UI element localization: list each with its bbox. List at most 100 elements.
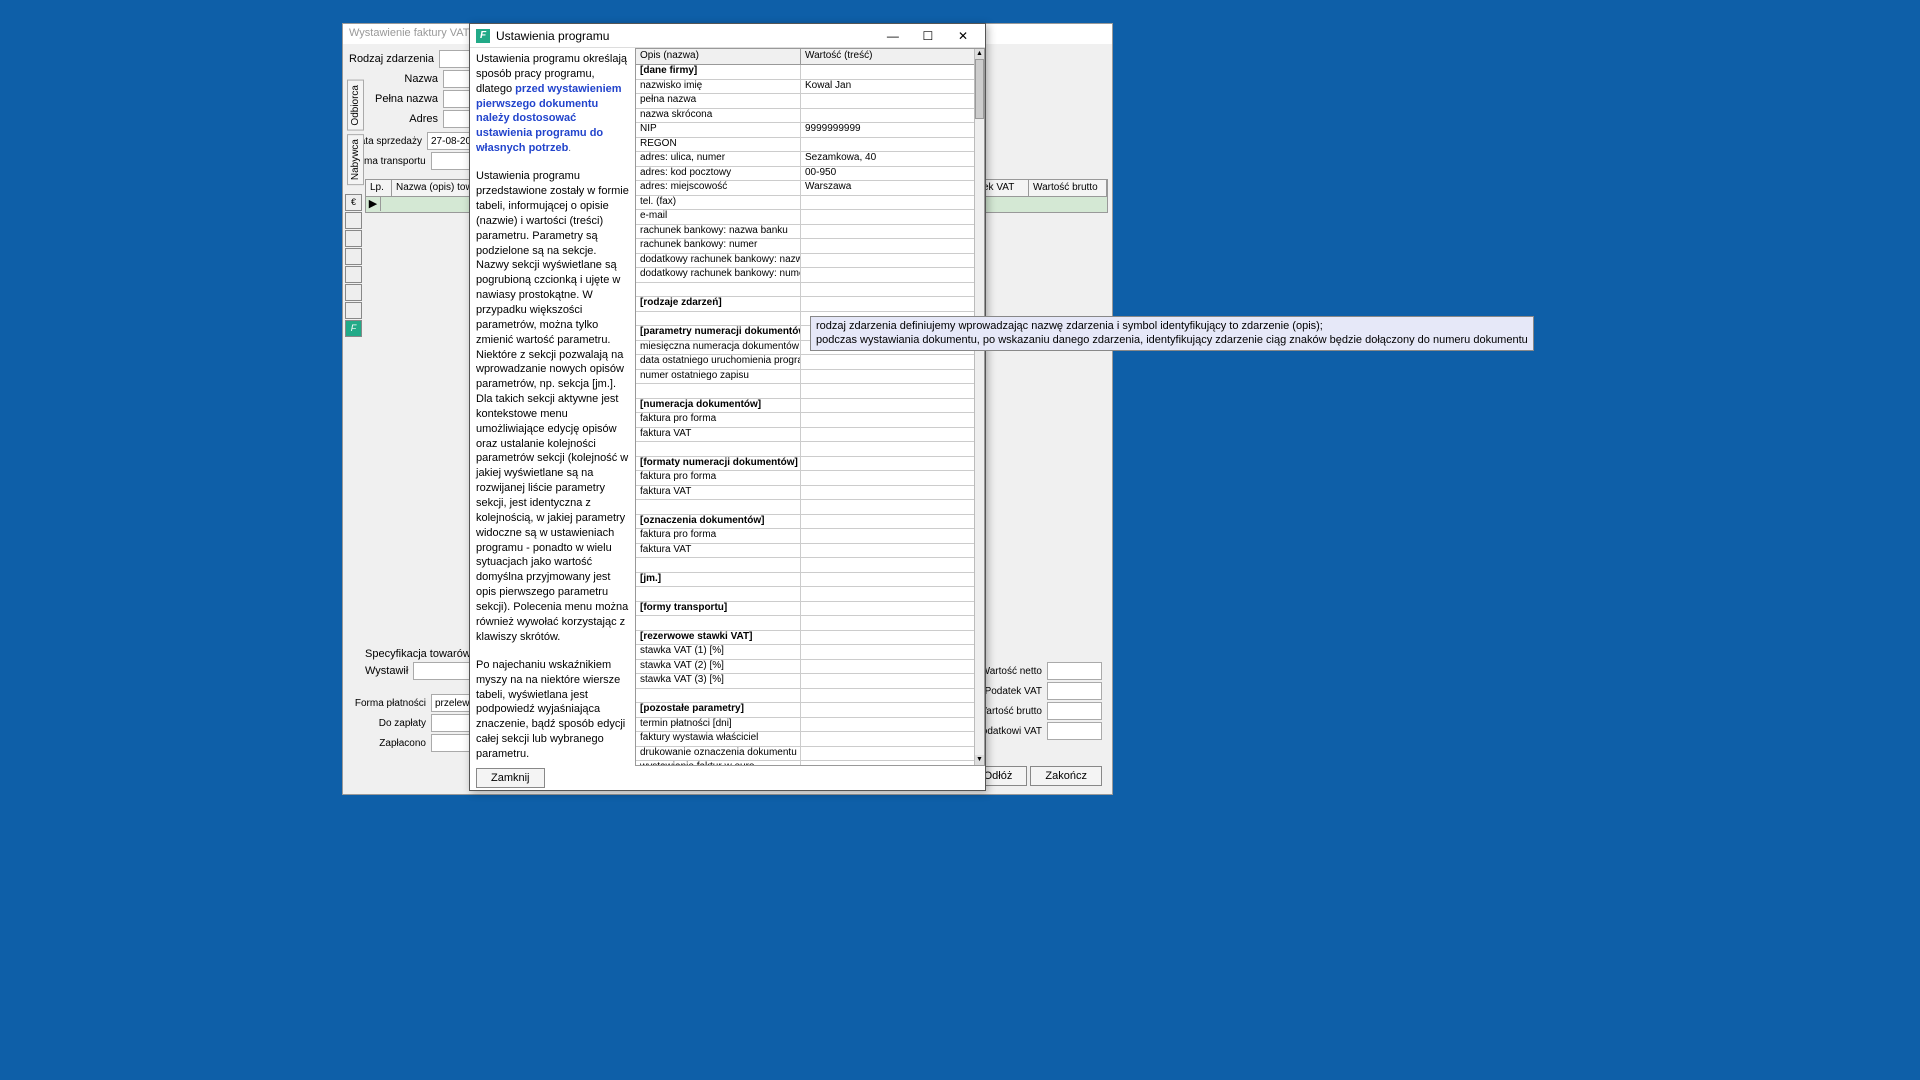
- scrollbar[interactable]: ▲ ▼: [974, 49, 984, 765]
- table-row[interactable]: faktura VAT: [636, 544, 974, 559]
- row-wartosc[interactable]: [801, 225, 809, 239]
- table-row[interactable]: faktura pro forma: [636, 529, 974, 544]
- row-wartosc[interactable]: [801, 674, 809, 688]
- table-row[interactable]: [636, 558, 974, 573]
- table-row[interactable]: pełna nazwa: [636, 94, 974, 109]
- table-row[interactable]: REGON: [636, 138, 974, 153]
- table-row[interactable]: [636, 616, 974, 631]
- row-wartosc[interactable]: [801, 109, 809, 123]
- table-row[interactable]: [rezerwowe stawki VAT]: [636, 631, 974, 646]
- table-row[interactable]: faktury wystawia właściciel: [636, 732, 974, 747]
- table-row[interactable]: [oznaczenia dokumentów]: [636, 515, 974, 530]
- row-wartosc[interactable]: [801, 718, 809, 732]
- row-wartosc[interactable]: [801, 573, 809, 587]
- row-wartosc[interactable]: Kowal Jan: [801, 80, 855, 94]
- row-wartosc[interactable]: [801, 529, 809, 543]
- table-row[interactable]: tel. (fax): [636, 196, 974, 211]
- row-wartosc[interactable]: [801, 732, 809, 746]
- tab-odbiorca[interactable]: Odbiorca: [347, 80, 364, 131]
- zakoncz-button[interactable]: Zakończ: [1030, 766, 1102, 786]
- table-row[interactable]: faktura VAT: [636, 486, 974, 501]
- minimize-button[interactable]: —: [877, 29, 909, 43]
- table-row[interactable]: adres: miejscowośćWarszawa: [636, 181, 974, 196]
- row-wartosc[interactable]: [801, 761, 809, 765]
- tool-icon-3[interactable]: [345, 248, 362, 265]
- table-row[interactable]: [formy transportu]: [636, 602, 974, 617]
- row-wartosc[interactable]: [801, 616, 809, 630]
- maximize-button[interactable]: ☐: [912, 29, 944, 43]
- row-wartosc[interactable]: [801, 268, 809, 282]
- row-wartosc[interactable]: [801, 660, 809, 674]
- row-wartosc[interactable]: [801, 500, 809, 514]
- row-wartosc[interactable]: [801, 297, 809, 311]
- row-wartosc[interactable]: [801, 486, 809, 500]
- row-wartosc[interactable]: [801, 703, 809, 717]
- table-row[interactable]: [636, 500, 974, 515]
- settings-titlebar[interactable]: F Ustawienia programu — ☐ ✕: [470, 24, 985, 48]
- row-wartosc[interactable]: [801, 587, 809, 601]
- scroll-up-icon[interactable]: ▲: [975, 49, 984, 59]
- table-row[interactable]: stawka VAT (3) [%]: [636, 674, 974, 689]
- row-wartosc[interactable]: [801, 341, 809, 355]
- table-row[interactable]: e-mail: [636, 210, 974, 225]
- row-wartosc[interactable]: [801, 65, 809, 79]
- row-wartosc[interactable]: [801, 413, 809, 427]
- table-row[interactable]: faktura pro forma: [636, 413, 974, 428]
- table-row[interactable]: stawka VAT (2) [%]: [636, 660, 974, 675]
- table-row[interactable]: [jm.]: [636, 573, 974, 588]
- row-wartosc[interactable]: [801, 138, 809, 152]
- row-wartosc[interactable]: [801, 283, 809, 297]
- table-row[interactable]: [636, 384, 974, 399]
- row-wartosc[interactable]: Warszawa: [801, 181, 855, 195]
- row-wartosc[interactable]: [801, 399, 809, 413]
- table-row[interactable]: nazwa skrócona: [636, 109, 974, 124]
- row-wartosc[interactable]: [801, 384, 809, 398]
- row-wartosc[interactable]: [801, 471, 809, 485]
- table-row[interactable]: [636, 442, 974, 457]
- row-wartosc[interactable]: [801, 239, 809, 253]
- table-row[interactable]: faktura VAT: [636, 428, 974, 443]
- table-row[interactable]: stawka VAT (1) [%]: [636, 645, 974, 660]
- table-row[interactable]: faktura pro forma: [636, 471, 974, 486]
- table-row[interactable]: nazwisko imięKowal Jan: [636, 80, 974, 95]
- table-row[interactable]: adres: ulica, numerSezamkowa, 40: [636, 152, 974, 167]
- row-wartosc[interactable]: [801, 210, 809, 224]
- row-wartosc[interactable]: [801, 631, 809, 645]
- row-wartosc[interactable]: [801, 442, 809, 456]
- table-row[interactable]: dodatkowy rachunek bankowy: numer: [636, 268, 974, 283]
- row-wartosc[interactable]: [801, 94, 809, 108]
- table-row[interactable]: [636, 283, 974, 298]
- row-wartosc[interactable]: [801, 515, 809, 529]
- table-row[interactable]: data ostatniego uruchomienia programu: [636, 355, 974, 370]
- table-row[interactable]: rachunek bankowy: nazwa banku: [636, 225, 974, 240]
- table-row[interactable]: rachunek bankowy: numer: [636, 239, 974, 254]
- row-wartosc[interactable]: [801, 370, 809, 384]
- row-wartosc[interactable]: [801, 747, 809, 761]
- table-row[interactable]: wystawianie faktur w euro: [636, 761, 974, 765]
- row-wartosc[interactable]: [801, 355, 809, 369]
- tool-icon-6[interactable]: [345, 302, 362, 319]
- tool-icon-2[interactable]: [345, 230, 362, 247]
- tool-euro[interactable]: €: [345, 194, 362, 211]
- zamknij-button[interactable]: Zamknij: [476, 768, 545, 788]
- table-row[interactable]: NIP9999999999: [636, 123, 974, 138]
- table-row[interactable]: dodatkowy rachunek bankowy: nazwa banku: [636, 254, 974, 269]
- table-row[interactable]: [dane firmy]: [636, 65, 974, 80]
- table-row[interactable]: [rodzaje zdarzeń]: [636, 297, 974, 312]
- tab-nabywca[interactable]: Nabywca: [347, 134, 364, 185]
- table-row[interactable]: [numeracja dokumentów]: [636, 399, 974, 414]
- table-row[interactable]: termin płatności [dni]: [636, 718, 974, 733]
- row-wartosc[interactable]: [801, 428, 809, 442]
- table-row[interactable]: drukowanie oznaczenia dokumentu: [636, 747, 974, 762]
- table-row[interactable]: [pozostałe parametry]: [636, 703, 974, 718]
- row-wartosc[interactable]: [801, 689, 809, 703]
- tool-icon-5[interactable]: [345, 284, 362, 301]
- row-wartosc[interactable]: [801, 312, 809, 326]
- tool-icon-1[interactable]: [345, 212, 362, 229]
- table-row[interactable]: [formaty numeracji dokumentów]: [636, 457, 974, 472]
- row-wartosc[interactable]: [801, 645, 809, 659]
- row-wartosc[interactable]: [801, 544, 809, 558]
- settings-rows[interactable]: [dane firmy]nazwisko imięKowal Janpełna …: [636, 65, 974, 765]
- table-row[interactable]: numer ostatniego zapisu: [636, 370, 974, 385]
- row-wartosc[interactable]: 9999999999: [801, 123, 865, 137]
